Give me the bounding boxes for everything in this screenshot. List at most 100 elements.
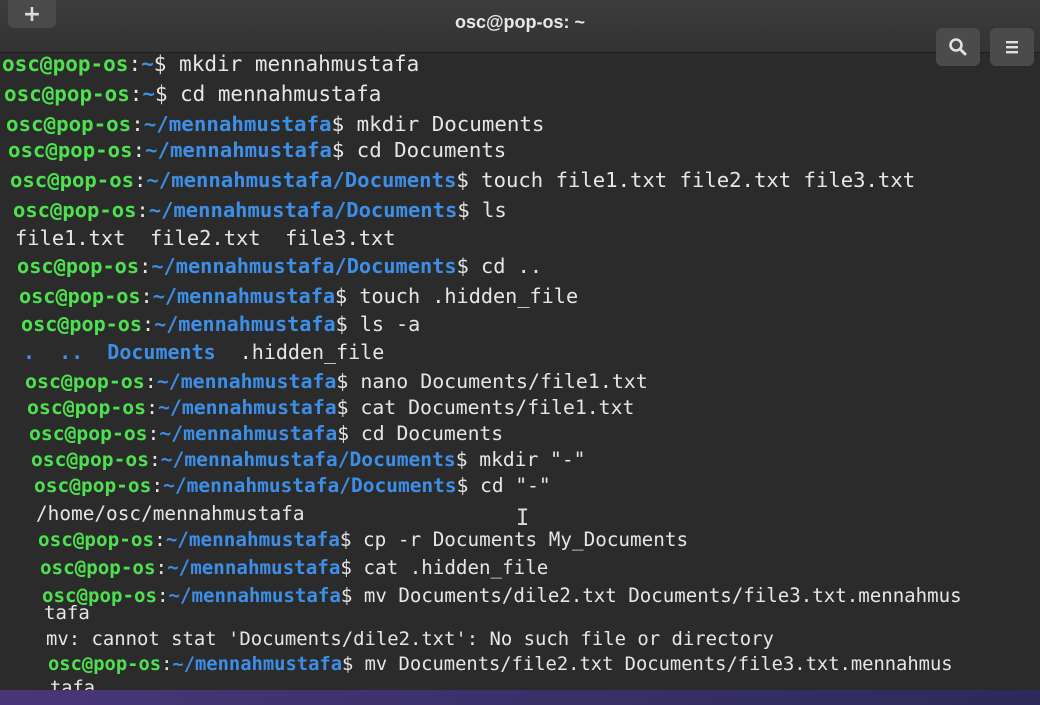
prompt-line: osc@pop-os:~/mennahmustafa$ cd Documents [29, 422, 503, 445]
prompt-user: osc@pop-os [40, 556, 156, 579]
ls-dot-entries: . .. [23, 340, 108, 364]
prompt-separator: : [132, 138, 146, 162]
prompt-line: osc@pop-os:~/mennahmustafa$ nano Documen… [25, 370, 648, 393]
prompt-path: ~/mennahmustafa/Documents [151, 254, 457, 278]
command-text: cd Documents [344, 138, 507, 162]
prompt-user: osc@pop-os [8, 138, 133, 162]
prompt-symbol: $ [456, 254, 469, 278]
prompt-user: osc@pop-os [48, 654, 162, 675]
prompt-separator: : [144, 370, 157, 393]
output-line: mv: cannot stat 'Documents/dile2.txt': N… [46, 628, 774, 650]
prompt-path: ~/mennahmustafa [167, 556, 341, 579]
command-text: ls [469, 198, 507, 222]
prompt-path: ~/mennahmustafa [152, 284, 336, 308]
terminal-output[interactable]: osc@pop-os:~$ mkdir mennahmustafa osc@pop… [0, 50, 1040, 690]
output-line: . .. Documents .hidden_file [23, 340, 384, 364]
prompt-separator: : [128, 52, 142, 76]
prompt-user: osc@pop-os [34, 474, 152, 497]
prompt-user: osc@pop-os [17, 254, 140, 278]
prompt-symbol: $ [457, 198, 470, 222]
command-text: cat Documents/file1.txt [348, 396, 635, 419]
command-text: mkdir Documents [344, 112, 545, 136]
prompt-path: ~/mennahmustafa [143, 112, 332, 136]
prompt-path: ~/mennahmustafa/Documents [146, 168, 457, 192]
prompt-line: osc@pop-os:~/mennahmustafa$ cat Document… [27, 396, 634, 419]
prompt-line: osc@pop-os:~/mennahmustafa/Documents$ mk… [31, 448, 585, 471]
prompt-line: osc@pop-os:~/mennahmustafa$ mkdir Docume… [6, 112, 544, 136]
prompt-symbol: $ [337, 422, 350, 445]
prompt-path: ~/mennahmustafa [172, 654, 342, 675]
command-text: cd .. [468, 254, 543, 278]
prompt-symbol: $ [336, 396, 349, 419]
prompt-line: osc@pop-os:~/mennahmustafa$ cd Documents [8, 138, 506, 162]
prompt-separator: : [129, 82, 143, 106]
prompt-separator: : [148, 448, 161, 471]
prompt-symbol: $ [340, 556, 352, 579]
command-text: nano Documents/file1.txt [348, 370, 648, 393]
prompt-separator: : [146, 396, 159, 419]
prompt-separator: : [161, 654, 173, 675]
prompt-path: ~/mennahmustafa [168, 584, 341, 607]
prompt-path: ~ [142, 82, 155, 106]
prompt-path: ~/mennahmustafa [156, 370, 337, 393]
prompt-separator: : [140, 284, 153, 308]
prompt-symbol: $ [340, 584, 353, 607]
prompt-line: osc@pop-os:~/mennahmustafa$ touch .hidde… [19, 284, 578, 308]
prompt-user: osc@pop-os [31, 448, 149, 471]
command-text: cd mennahmustafa [167, 82, 382, 106]
prompt-line: osc@pop-os:~/mennahmustafa/Documents$ cd… [34, 474, 551, 497]
prompt-user: osc@pop-os [38, 528, 155, 551]
prompt-symbol: $ [335, 284, 348, 308]
command-text: mv Documents/dile2.txt Documents/file3.t… [352, 584, 962, 607]
prompt-line: osc@pop-os:~/mennahmustafa/Documents$ to… [10, 168, 915, 192]
terminal-window: + osc@pop-os: ~ osc@pop-os:~$ mkdir menn… [0, 0, 1040, 690]
output-line: file1.txt file2.txt file3.txt [15, 226, 396, 250]
prompt-symbol: $ [456, 168, 469, 192]
prompt-line: osc@pop-os:~/mennahmustafa$ ls -a [21, 312, 420, 336]
output-line: tafa [50, 678, 95, 690]
prompt-symbol: $ [153, 52, 167, 76]
prompt-user: osc@pop-os [4, 82, 130, 106]
output-text: mv: cannot stat 'Documents/dile2.txt': N… [46, 628, 774, 650]
command-text: ls -a [347, 312, 421, 336]
prompt-symbol: $ [339, 528, 352, 551]
prompt-symbol: $ [331, 112, 345, 136]
output-text: /home/osc/mennahmustafa [36, 502, 305, 525]
title-bar: + osc@pop-os: ~ [0, 0, 1040, 66]
prompt-path: ~/mennahmustafa/Documents [160, 448, 456, 471]
prompt-path: ~ [141, 52, 154, 76]
command-text: mv Documents/file2.txt Documents/file3.t… [353, 654, 953, 675]
output-text: tafa [50, 678, 96, 690]
prompt-path: ~/mennahmustafa [165, 528, 340, 551]
prompt-line: osc@pop-os:~/mennahmustafa/Documents$ cd… [17, 254, 542, 278]
prompt-separator: : [156, 584, 169, 607]
prompt-path: ~/mennahmustafa/Documents [163, 474, 457, 497]
prompt-user: osc@pop-os [19, 284, 141, 308]
text-cursor-icon: I [516, 506, 530, 531]
prompt-path: ~/mennahmustafa [159, 422, 338, 445]
prompt-separator: : [147, 422, 160, 445]
command-text: cd "-" [468, 474, 551, 497]
prompt-separator: : [154, 528, 166, 551]
prompt-line: osc@pop-os:~/mennahmustafa/Documents$ ls [13, 198, 507, 222]
prompt-user: osc@pop-os [6, 112, 132, 136]
prompt-separator: : [131, 112, 144, 136]
prompt-user: osc@pop-os [29, 422, 148, 445]
prompt-line: osc@pop-os:~/mennahmustafa$ cat .hidden_… [40, 556, 548, 579]
output-line: /home/osc/mennahmustafa [36, 502, 305, 525]
command-text: cat .hidden_file [351, 556, 549, 579]
ls-directory-entry: Documents [107, 340, 216, 364]
prompt-separator: : [134, 168, 147, 192]
prompt-user: osc@pop-os [10, 168, 134, 192]
prompt-line: osc@pop-os:~/mennahmustafa$ mv Documents… [42, 584, 962, 607]
prompt-separator: : [151, 474, 164, 497]
command-text: cp -r Documents My_Documents [351, 528, 689, 551]
prompt-separator: : [141, 312, 155, 336]
prompt-symbol: $ [154, 82, 168, 106]
prompt-symbol: $ [331, 138, 345, 162]
prompt-symbol: $ [455, 448, 468, 471]
prompt-line: osc@pop-os:~/mennahmustafa$ cp -r Docume… [38, 528, 688, 551]
prompt-symbol: $ [342, 654, 354, 675]
prompt-user: osc@pop-os [25, 370, 145, 393]
ls-file-entry: .hidden_file [215, 340, 385, 364]
